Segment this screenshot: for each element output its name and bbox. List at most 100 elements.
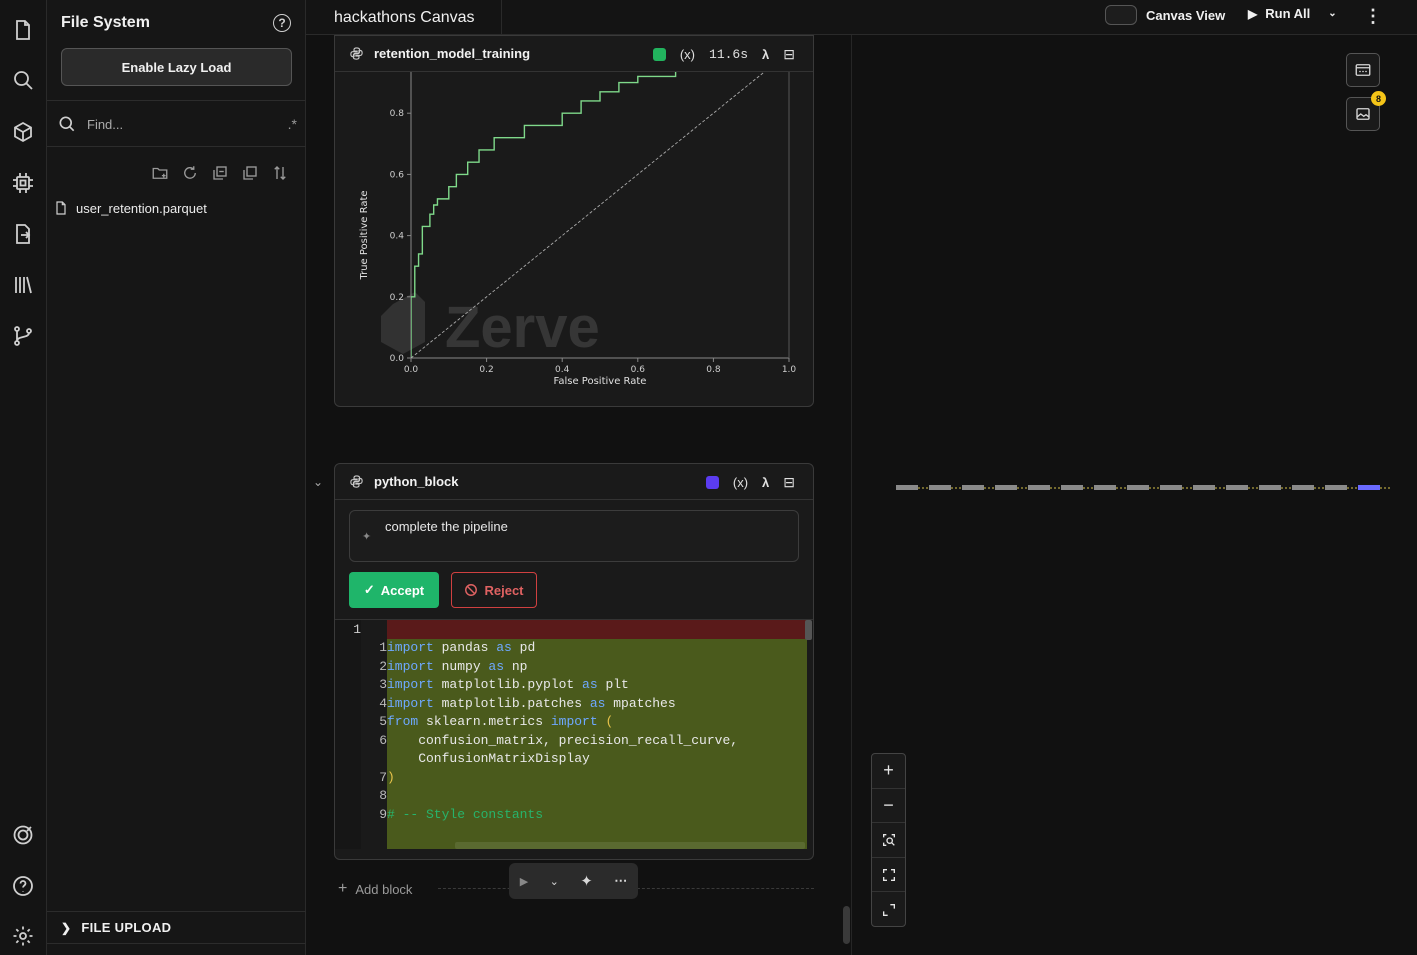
check-icon: ✓ <box>363 582 375 597</box>
chevron-down-icon[interactable]: ⌄ <box>1328 8 1336 19</box>
code-token: matplotlib.patches <box>433 695 590 711</box>
help-circle-icon[interactable] <box>7 870 39 902</box>
gear-icon[interactable] <box>7 920 39 952</box>
fit-view-button[interactable] <box>872 858 905 893</box>
block-title[interactable]: python_block <box>374 474 459 489</box>
prompt-text: complete the pipeline <box>385 519 508 534</box>
variables-icon[interactable]: (x) <box>680 47 695 62</box>
terminal-icon <box>1355 64 1371 76</box>
line-number: 8 <box>379 788 387 803</box>
cube-icon[interactable] <box>7 116 39 148</box>
collapse-chevron-icon[interactable]: ⌄ <box>313 475 323 489</box>
canvas-tab[interactable]: hackathons Canvas <box>306 0 502 35</box>
minimap-block <box>1127 485 1149 490</box>
refresh-icon[interactable] <box>181 164 199 182</box>
zoom-to-selection-button[interactable] <box>872 823 905 858</box>
new-folder-icon[interactable] <box>151 164 169 182</box>
line-number: 7 <box>379 769 387 785</box>
x-tick-label: 0.6 <box>631 365 646 375</box>
minimap-block <box>1259 485 1281 490</box>
zoom-controls: + − <box>871 753 906 927</box>
find-input[interactable] <box>87 116 257 132</box>
variables-icon[interactable]: (x) <box>733 475 748 490</box>
file-icon <box>56 201 66 215</box>
regex-icon[interactable]: .* <box>288 116 297 132</box>
canvas-view-toggle[interactable] <box>1105 5 1137 25</box>
chip-icon[interactable] <box>7 167 39 199</box>
lambda-icon[interactable]: λ <box>762 475 769 490</box>
canvas-minimap-area[interactable] <box>852 35 1398 945</box>
sort-icon[interactable] <box>271 164 289 182</box>
code-token: import <box>387 695 434 711</box>
file-item[interactable]: user_retention.parquet <box>53 198 207 218</box>
chevron-down-icon[interactable]: ⌄ <box>550 875 559 888</box>
block-title[interactable]: retention_model_training <box>374 46 530 61</box>
minimap-block <box>1358 485 1380 490</box>
minimap-block <box>896 485 918 490</box>
expand-all-icon[interactable] <box>241 164 259 182</box>
enable-lazy-load-button[interactable]: Enable Lazy Load <box>61 48 292 86</box>
python-block: python_block (x) λ ⊟ ✦ complete the pipe… <box>334 463 814 860</box>
zoom-out-button[interactable]: − <box>872 789 905 824</box>
watermark-text: Zerve <box>445 295 600 360</box>
divider <box>47 146 306 147</box>
y-tick-label: 0.0 <box>390 354 405 364</box>
minimap-block <box>1292 485 1314 490</box>
watermark-logo: Zerve <box>381 292 600 360</box>
horizontal-scrollbar[interactable] <box>455 842 805 849</box>
zoom-in-button[interactable]: + <box>872 754 905 789</box>
file-export-icon[interactable] <box>7 218 39 250</box>
minimap-block <box>995 485 1017 490</box>
vertical-scrollbar[interactable] <box>805 620 812 640</box>
removed-line-highlight <box>387 620 807 639</box>
more-horizontal-icon[interactable]: ⋯ <box>614 873 627 889</box>
line-number: 6 <box>379 732 387 748</box>
reject-button[interactable]: Reject <box>451 572 537 608</box>
fullscreen-button[interactable] <box>872 892 905 927</box>
library-icon[interactable] <box>7 269 39 301</box>
code-token: sklearn.metrics <box>418 714 551 729</box>
code-token: confusion_matrix, precision_recall_curve… <box>387 732 739 748</box>
minimap-block <box>1160 485 1182 490</box>
code-token: np <box>504 658 528 674</box>
play-icon[interactable]: ▶ <box>520 875 528 888</box>
code-line: ConfusionMatrixDisplay <box>335 750 813 769</box>
run-all-button[interactable]: ▶ Run All ⌄ <box>1248 6 1337 21</box>
python-icon <box>350 475 363 488</box>
vertical-scrollbar[interactable] <box>843 906 850 944</box>
target-icon[interactable] <box>7 819 39 851</box>
code-token: as <box>582 677 598 692</box>
layout-icon[interactable]: ⊟ <box>783 46 795 63</box>
add-block-button[interactable]: + Add block <box>338 880 412 898</box>
search-icon[interactable] <box>7 64 39 96</box>
runtime-label: 11.6s <box>709 47 749 62</box>
x-tick-label: 0.4 <box>555 365 570 375</box>
minimap-block <box>1193 485 1215 490</box>
more-options-icon[interactable]: ⋮ <box>1364 6 1382 27</box>
code-lines: 1import pandas as pd 2import numpy as np 3… <box>335 639 813 824</box>
plus-icon: + <box>338 880 348 897</box>
line-number: 4 <box>379 695 387 711</box>
line-number: 1 <box>379 640 387 655</box>
code-token: # -- Style constants <box>387 806 544 822</box>
block-header-actions: (x) 11.6s λ ⊟ <box>652 46 795 63</box>
image-gallery-button[interactable]: 8 <box>1346 91 1386 131</box>
help-icon[interactable]: ? <box>273 14 291 32</box>
lambda-icon[interactable]: λ <box>762 47 769 62</box>
git-branch-icon[interactable] <box>7 320 39 352</box>
layout-icon[interactable]: ⊟ <box>783 474 795 491</box>
accept-button[interactable]: ✓ Accept <box>349 572 439 608</box>
code-line: 9# -- Style constants <box>335 806 813 825</box>
find-row: .* <box>57 110 297 138</box>
code-token: import <box>550 714 598 729</box>
file-upload-section[interactable]: ❯ FILE UPLOAD <box>47 911 306 944</box>
ban-icon <box>465 584 478 596</box>
terminal-panel-button[interactable] <box>1346 53 1380 87</box>
file-icon[interactable] <box>7 14 39 46</box>
ai-sparkle-icon[interactable]: ✦ <box>580 872 593 890</box>
code-editor[interactable]: 1 1import pandas as pd 2import numpy as n… <box>335 619 813 849</box>
code-token: numpy <box>433 658 489 674</box>
status-indicator <box>652 48 666 61</box>
ai-prompt-box[interactable]: ✦ complete the pipeline <box>349 510 799 562</box>
collapse-all-icon[interactable] <box>211 164 229 182</box>
